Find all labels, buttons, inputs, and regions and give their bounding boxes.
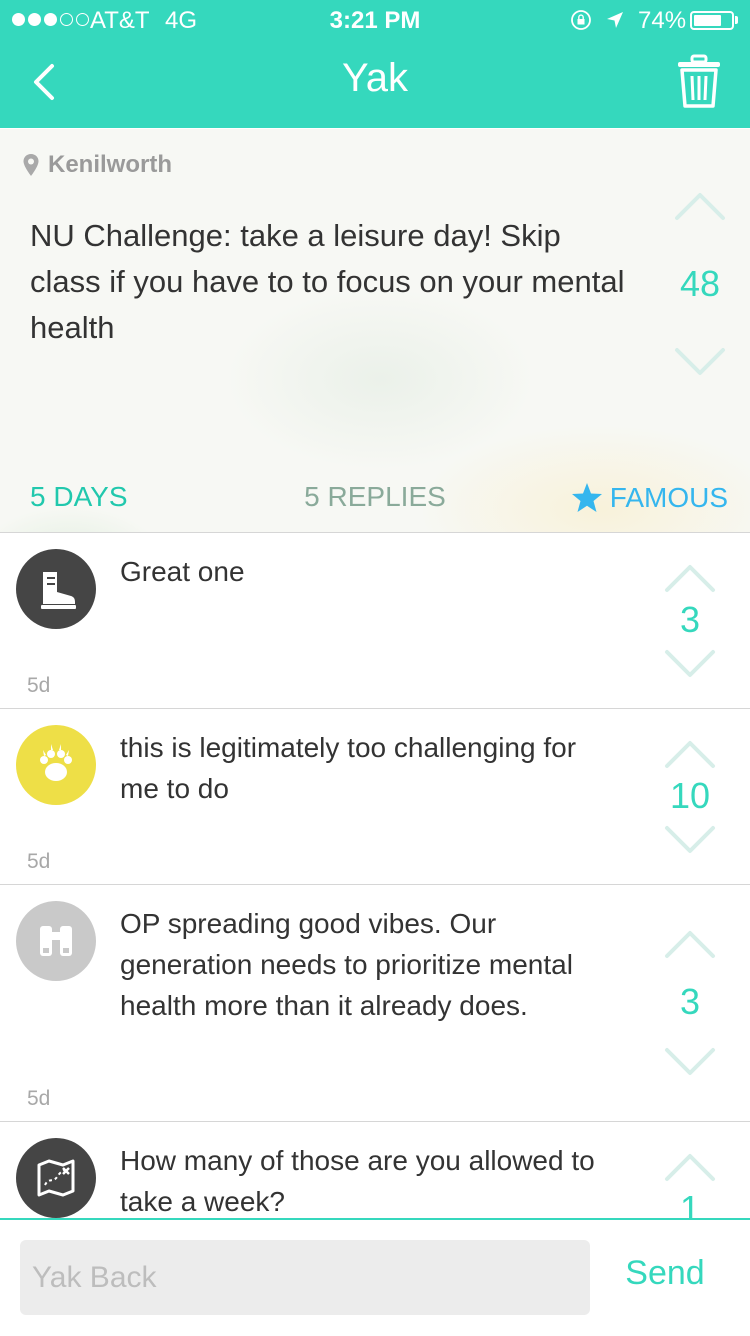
star-icon	[571, 483, 602, 512]
battery-percent: 74%	[638, 7, 687, 34]
upvote-icon[interactable]	[664, 563, 716, 593]
downvote-icon[interactable]	[674, 347, 726, 377]
trash-icon[interactable]	[676, 54, 722, 110]
status-bar: AT&T 4G 3:21 PM 74%	[0, 0, 750, 40]
reply-vote-count: 3	[679, 599, 701, 640]
downvote-icon[interactable]	[664, 1047, 716, 1077]
famous-label: FAMOUS	[609, 482, 728, 513]
battery-tip	[735, 16, 738, 24]
reply-vote-count: 3	[679, 981, 701, 1022]
map-icon	[37, 1159, 75, 1197]
top-bar: AT&T 4G 3:21 PM 74% Yak	[0, 0, 750, 128]
upvote-icon[interactable]	[674, 191, 726, 221]
famous-badge: FAMOUS	[570, 481, 728, 515]
battery-fill	[694, 15, 721, 26]
reply-item: Great one 3 5d	[0, 533, 750, 709]
avatar	[16, 1138, 96, 1218]
reply-text: OP spreading good vibes. Our generation …	[120, 908, 573, 1021]
paw-icon	[40, 744, 72, 781]
reply-age: 5d	[27, 850, 51, 873]
page-title: Yak	[342, 56, 408, 100]
upvote-icon[interactable]	[664, 929, 716, 959]
reply-item: this is legitimately too challenging for…	[0, 709, 750, 885]
reply-age: 5d	[27, 674, 51, 697]
reply-text: How many of those are you allowed to tak…	[120, 1145, 595, 1217]
reply-vote-count: 10	[669, 775, 711, 816]
post-text: NU Challenge: take a leisure day! Skip c…	[30, 218, 625, 345]
downvote-icon[interactable]	[664, 649, 716, 679]
boot-icon	[41, 572, 76, 609]
reply-composer: Send	[0, 1218, 750, 1336]
reply-text: Great one	[120, 556, 245, 587]
reply-item: OP spreading good vibes. Our generation …	[0, 885, 750, 1122]
upvote-icon[interactable]	[664, 739, 716, 769]
location-pin-icon	[23, 154, 39, 176]
upvote-icon[interactable]	[664, 1152, 716, 1182]
main-post: Kenilworth NU Challenge: take a leisure …	[0, 129, 750, 533]
rotation-lock-icon	[571, 10, 591, 30]
reply-input[interactable]	[20, 1240, 590, 1315]
location-name: Kenilworth	[48, 151, 172, 178]
send-button[interactable]: Send	[605, 1254, 725, 1293]
downvote-icon[interactable]	[664, 825, 716, 855]
reply-age: 5d	[27, 1087, 51, 1110]
avatar	[16, 549, 96, 629]
binoculars-icon	[40, 926, 72, 956]
avatar	[16, 901, 96, 981]
post-location: Kenilworth	[22, 151, 172, 179]
reply-text: this is legitimately too challenging for…	[120, 732, 577, 804]
post-vote-count: 48	[679, 263, 721, 304]
battery-icon	[690, 11, 734, 30]
avatar	[16, 725, 96, 805]
location-arrow-icon	[607, 12, 623, 28]
